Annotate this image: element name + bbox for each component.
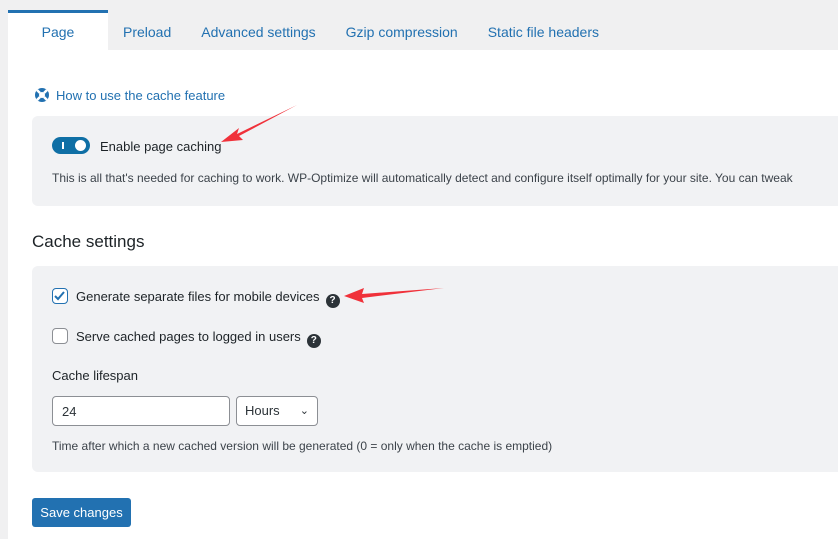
tab-bar: Page cache Preload Advanced settings Gzi… — [8, 10, 614, 78]
settings-panel: How to use the cache feature Enable page… — [8, 50, 838, 539]
help-icon[interactable]: ? — [325, 294, 340, 308]
lifespan-help-text: Time after which a new cached version wi… — [52, 439, 553, 453]
cache-lifespan-input[interactable] — [52, 396, 230, 426]
enable-page-caching-toggle[interactable] — [52, 137, 90, 154]
lifespan-unit-value: Hours — [245, 403, 280, 418]
help-link[interactable]: How to use the cache feature — [34, 87, 225, 103]
cache-settings-heading: Cache settings — [32, 232, 145, 251]
logged-in-users-label: Serve cached pages to logged in users? — [76, 329, 321, 348]
cache-lifespan-label: Cache lifespan — [52, 368, 138, 383]
enable-caching-box: Enable page caching This is all that's n… — [32, 116, 838, 206]
tab-static-file-headers[interactable]: Static file headers — [473, 10, 614, 50]
lifebuoy-icon — [35, 88, 49, 102]
logged-in-users-checkbox[interactable] — [52, 328, 68, 344]
help-icon[interactable]: ? — [306, 334, 321, 348]
tab-advanced-settings[interactable]: Advanced settings — [186, 10, 330, 50]
enable-description: This is all that's needed for caching to… — [52, 171, 793, 185]
mobile-files-text: Generate separate files for mobile devic… — [76, 289, 320, 304]
enable-page-caching-label: Enable page caching — [100, 139, 222, 154]
help-link-label: How to use the cache feature — [56, 87, 226, 103]
tab-preload[interactable]: Preload — [108, 10, 186, 50]
lifespan-unit-select[interactable]: Hours ⌄ — [236, 396, 318, 426]
mobile-files-label: Generate separate files for mobile devic… — [76, 289, 340, 308]
checkmark-icon — [54, 291, 65, 301]
logged-in-users-text: Serve cached pages to logged in users — [76, 329, 301, 344]
chevron-down-icon: ⌄ — [299, 405, 309, 417]
save-changes-button[interactable]: Save changes — [32, 498, 131, 527]
mobile-files-checkbox[interactable] — [52, 288, 68, 304]
cache-settings-box: Generate separate files for mobile devic… — [32, 266, 838, 472]
tab-page-cache[interactable]: Page cache — [8, 10, 108, 78]
tab-gzip-compression[interactable]: Gzip compression — [331, 10, 473, 50]
